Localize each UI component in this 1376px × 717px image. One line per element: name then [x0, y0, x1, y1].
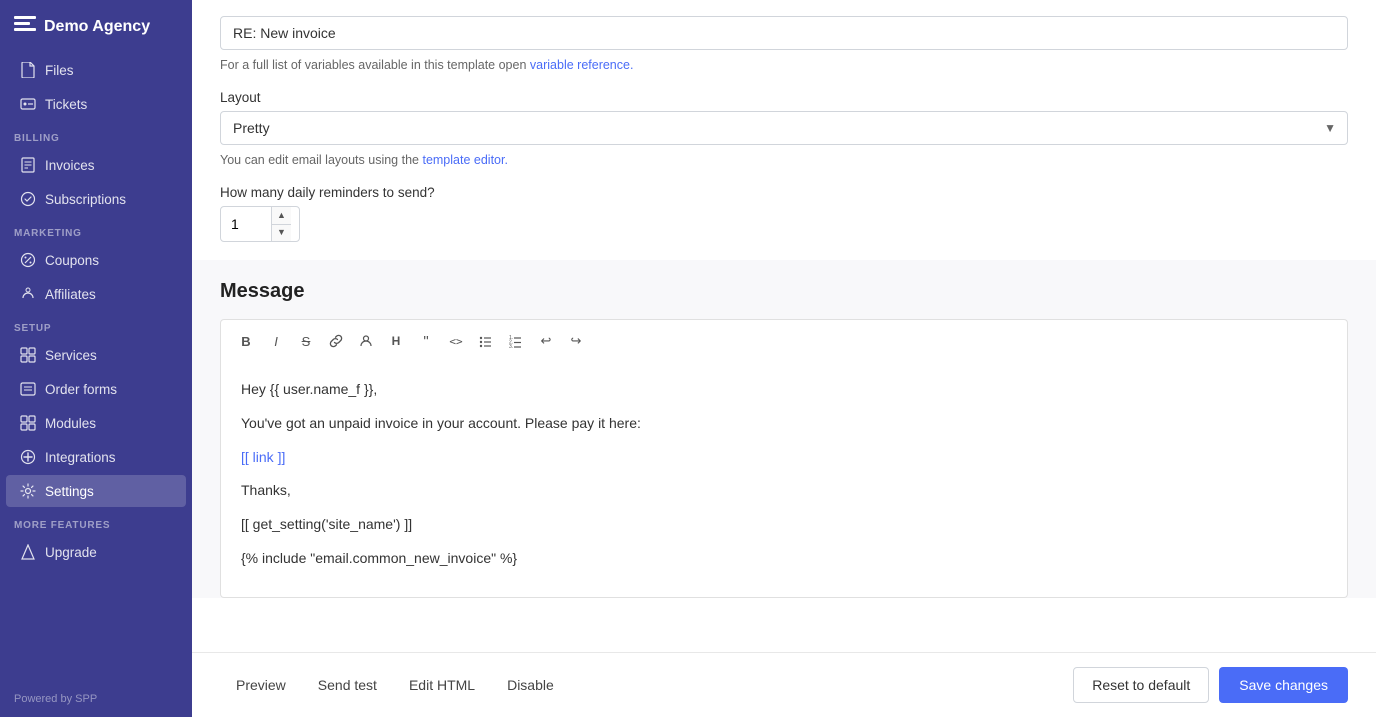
sidebar-item-upgrade[interactable]: Upgrade: [6, 536, 186, 568]
sidebar: Demo Agency Files Tickets BILLING Invoic…: [0, 0, 192, 717]
content-area: For a full list of variables available i…: [192, 0, 1376, 652]
editor-body[interactable]: Hey {{ user.name_f }}, You've got an unp…: [220, 362, 1348, 598]
services-icon: [20, 347, 36, 363]
sidebar-item-order-forms[interactable]: Order forms: [6, 373, 186, 405]
message-section: Message B I S H " <> 1.2.3.: [192, 260, 1376, 598]
variable-reference-link[interactable]: variable reference.: [530, 58, 634, 72]
section-billing: BILLING: [0, 121, 192, 148]
coupons-icon: [20, 252, 36, 268]
editor-line-2: You've got an unpaid invoice in your acc…: [241, 412, 1327, 436]
spinner-down-button[interactable]: ▼: [272, 225, 291, 242]
reminders-input[interactable]: [221, 210, 271, 238]
sidebar-item-label: Services: [45, 348, 97, 363]
sidebar-item-affiliates[interactable]: Affiliates: [6, 278, 186, 310]
upgrade-icon: [20, 544, 36, 560]
reminders-field-group: How many daily reminders to send? ▲ ▼: [220, 185, 1348, 242]
code-button[interactable]: <>: [443, 328, 469, 354]
save-changes-button[interactable]: Save changes: [1219, 667, 1348, 703]
sidebar-item-coupons[interactable]: Coupons: [6, 244, 186, 276]
subject-field-group: For a full list of variables available i…: [220, 16, 1348, 72]
editor-toolbar: B I S H " <> 1.2.3. ↩ ↪: [220, 319, 1348, 362]
sidebar-item-label: Files: [45, 63, 74, 78]
editor-line-5: {% include "email.common_new_invoice" %}: [241, 547, 1327, 571]
app-name: Demo Agency: [44, 18, 150, 36]
ticket-icon: [20, 96, 36, 112]
sidebar-item-label: Modules: [45, 416, 96, 431]
spinner-up-button[interactable]: ▲: [272, 207, 291, 224]
italic-button[interactable]: I: [263, 328, 289, 354]
powered-by: Powered by SPP: [0, 681, 192, 717]
sidebar-item-invoices[interactable]: Invoices: [6, 149, 186, 181]
sidebar-item-label: Tickets: [45, 97, 87, 112]
ordered-list-button[interactable]: 1.2.3.: [503, 328, 529, 354]
template-editor-link[interactable]: template editor.: [422, 153, 507, 167]
bottom-tabs: Preview Send test Edit HTML Disable: [220, 669, 570, 701]
reminders-input-wrapper: ▲ ▼: [220, 206, 300, 242]
sidebar-item-files[interactable]: Files: [6, 54, 186, 86]
integrations-icon: [20, 449, 36, 465]
app-logo: Demo Agency: [0, 0, 192, 53]
bottom-actions: Reset to default Save changes: [1073, 667, 1348, 703]
message-title: Message: [220, 280, 1348, 303]
sidebar-item-label: Subscriptions: [45, 192, 126, 207]
order-forms-icon: [20, 381, 36, 397]
sidebar-item-tickets[interactable]: Tickets: [6, 88, 186, 120]
file-icon: [20, 62, 36, 78]
sidebar-item-label: Invoices: [45, 158, 95, 173]
sidebar-item-label: Upgrade: [45, 545, 97, 560]
editor-link[interactable]: [[ link ]]: [241, 449, 285, 465]
send-test-tab[interactable]: Send test: [302, 669, 393, 701]
section-setup: SETUP: [0, 311, 192, 338]
editor-line-3: Thanks,: [241, 479, 1327, 503]
variable-hint: For a full list of variables available i…: [220, 58, 1348, 72]
sidebar-item-label: Affiliates: [45, 287, 96, 302]
sidebar-item-subscriptions[interactable]: Subscriptions: [6, 183, 186, 215]
sidebar-item-label: Integrations: [45, 450, 116, 465]
link-button[interactable]: [323, 328, 349, 354]
bold-button[interactable]: B: [233, 328, 259, 354]
sidebar-item-modules[interactable]: Modules: [6, 407, 186, 439]
layout-select-wrapper: Pretty Plain None ▼: [220, 111, 1348, 145]
section-marketing: MARKETING: [0, 216, 192, 243]
bottom-bar: Preview Send test Edit HTML Disable Rese…: [192, 652, 1376, 717]
section-more-features: MORE FEATURES: [0, 508, 192, 535]
layout-field-group: Layout Pretty Plain None ▼ You can edit …: [220, 90, 1348, 167]
reset-to-default-button[interactable]: Reset to default: [1073, 667, 1209, 703]
logo-icon: [14, 16, 36, 37]
sidebar-item-services[interactable]: Services: [6, 339, 186, 371]
svg-text:3.: 3.: [509, 344, 513, 348]
disable-tab[interactable]: Disable: [491, 669, 570, 701]
invoice-icon: [20, 157, 36, 173]
modules-icon: [20, 415, 36, 431]
person-button[interactable]: [353, 328, 379, 354]
layout-label: Layout: [220, 90, 1348, 105]
sidebar-item-integrations[interactable]: Integrations: [6, 441, 186, 473]
layout-select[interactable]: Pretty Plain None: [220, 111, 1348, 145]
affiliates-icon: [20, 286, 36, 302]
number-spinners: ▲ ▼: [271, 207, 291, 241]
layout-hint: You can edit email layouts using the tem…: [220, 153, 1348, 167]
main-content: For a full list of variables available i…: [192, 0, 1376, 717]
reminders-label: How many daily reminders to send?: [220, 185, 1348, 200]
editor-line-1: Hey {{ user.name_f }},: [241, 378, 1327, 402]
sidebar-item-label: Settings: [45, 484, 94, 499]
sidebar-item-label: Coupons: [45, 253, 99, 268]
heading-button[interactable]: H: [383, 328, 409, 354]
settings-icon: [20, 483, 36, 499]
strikethrough-button[interactable]: S: [293, 328, 319, 354]
sidebar-item-label: Order forms: [45, 382, 117, 397]
sidebar-item-settings[interactable]: Settings: [6, 475, 186, 507]
redo-button[interactable]: ↪: [563, 328, 589, 354]
quote-button[interactable]: ": [413, 328, 439, 354]
subject-input[interactable]: [220, 16, 1348, 50]
subscriptions-icon: [20, 191, 36, 207]
undo-button[interactable]: ↩: [533, 328, 559, 354]
bullet-list-button[interactable]: [473, 328, 499, 354]
editor-line-4: [[ get_setting('site_name') ]]: [241, 513, 1327, 537]
preview-tab[interactable]: Preview: [220, 669, 302, 701]
edit-html-tab[interactable]: Edit HTML: [393, 669, 491, 701]
